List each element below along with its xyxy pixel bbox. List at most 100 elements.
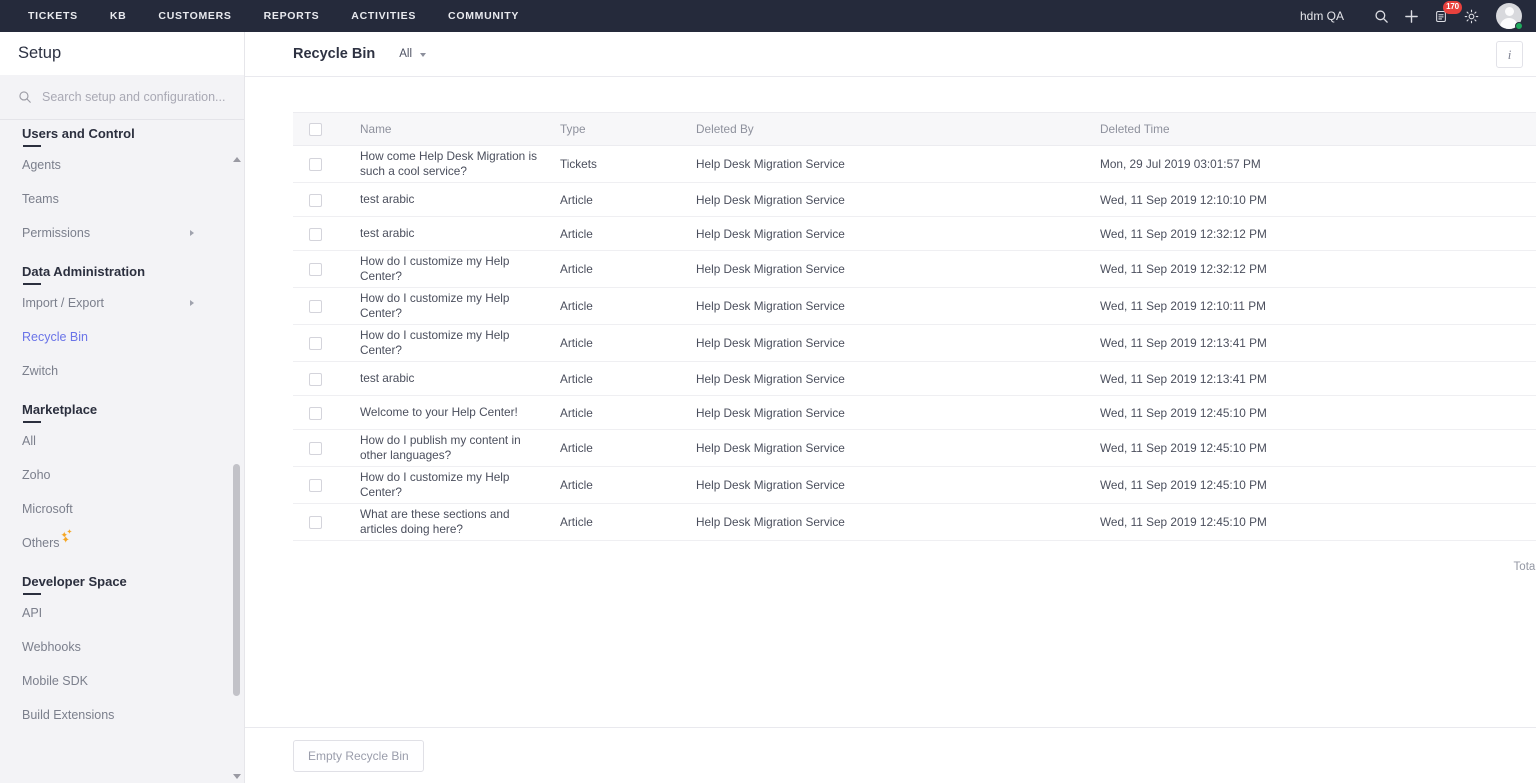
cell-type: Article [560,395,696,430]
content-header: Recycle Bin All i [245,32,1536,77]
table-row[interactable]: What are these sections and articles doi… [293,503,1536,541]
nav-item-community[interactable]: COMMUNITY [432,0,535,32]
row-select-cell [293,503,360,541]
row-checkbox[interactable] [309,337,322,351]
sidebar-item-build-extensions[interactable]: Build Extensions [0,698,244,732]
cell-deleted-by: Help Desk Migration Service [696,250,1100,288]
sidebar-item-teams[interactable]: Teams [0,182,244,216]
info-icon: i [1507,47,1512,62]
row-checkbox[interactable] [309,158,322,172]
table-row[interactable]: How do I customize my Help Center? Articl… [293,287,1536,325]
sidebar-item-microsoft[interactable]: Microsoft [0,492,244,526]
row-checkbox[interactable] [309,372,322,386]
cell-type: Tickets [560,145,696,183]
cell-type: Article [560,466,696,504]
row-select-cell [293,145,360,183]
table-row[interactable]: How do I customize my Help Center? Articl… [293,466,1536,504]
row-checkbox[interactable] [309,263,322,277]
search-input[interactable] [42,90,226,104]
avatar[interactable] [1492,0,1526,32]
cell-deleted-by: Help Desk Migration Service [696,216,1100,251]
cell-deleted-by: Help Desk Migration Service [696,429,1100,467]
notes-icon[interactable]: 170 [1426,0,1462,32]
sidebar-item-import-export[interactable]: Import / Export [0,286,244,320]
sidebar-item-zoho[interactable]: Zoho [0,458,244,492]
table-row[interactable]: test arabic Article Help Desk Migration Se… [293,216,1536,251]
search-icon[interactable] [1366,0,1396,32]
empty-recycle-bin-button[interactable]: Empty Recycle Bin [293,739,424,772]
sidebar-item-api[interactable]: API [0,596,244,630]
table-row[interactable]: test arabic Article Help Desk Migration Se… [293,182,1536,217]
cell-name: How do I customize my Help Center? [360,287,560,325]
recycle-bin-table: Name Type Deleted By Deleted Time How co… [293,112,1536,541]
sidebar-item-zwitch[interactable]: Zwitch [0,354,244,388]
select-all-header [293,112,360,146]
sidebar-item-all[interactable]: All [0,424,244,458]
chevron-right-icon [190,230,194,236]
table-header-row: Name Type Deleted By Deleted Time [293,112,1536,146]
sidebar-item-label: Mobile SDK [22,674,88,688]
cell-name: How do I customize my Help Center? [360,324,560,362]
sidebar-scrollbar-thumb[interactable] [233,464,240,696]
sidebar-search-row[interactable] [0,75,244,120]
row-checkbox[interactable] [309,406,322,420]
row-select-cell [293,250,360,288]
plus-icon[interactable] [1396,0,1426,32]
nav-item-activities[interactable]: ACTIVITIES [335,0,432,32]
main-content: Recycle Bin All i Name Type Deleted By D… [245,32,1536,783]
nav-item-kb[interactable]: KB [94,0,143,32]
row-name-text: test arabic [360,192,415,206]
column-header-name[interactable]: Name [360,112,560,146]
row-checkbox[interactable] [309,227,322,241]
cell-deleted-time: Wed, 11 Sep 2019 12:45:10 PM [1100,466,1536,504]
sidebar-item-permissions[interactable]: Permissions [0,216,244,250]
row-name-text: How do I publish my content in other lan… [360,433,521,462]
cell-deleted-by: Help Desk Migration Service [696,361,1100,396]
scroll-down-arrow-icon[interactable] [233,774,241,779]
sidebar-item-label: Teams [22,192,59,206]
row-name-text: test arabic [360,226,415,240]
row-checkbox[interactable] [309,442,322,456]
nav-item-customers[interactable]: CUSTOMERS [142,0,247,32]
column-header-type[interactable]: Type [560,112,696,146]
cell-deleted-time: Wed, 11 Sep 2019 12:32:12 PM [1100,250,1536,288]
row-checkbox[interactable] [309,193,322,207]
nav-item-tickets[interactable]: TICKETS [12,0,94,32]
scroll-up-arrow-icon[interactable] [233,157,241,162]
cell-deleted-time: Mon, 29 Jul 2019 03:01:57 PM [1100,145,1536,183]
cell-name: How do I publish my content in other lan… [360,429,560,467]
sidebar-item-others[interactable]: Others ✦ ✦ ✦ [0,526,244,560]
row-name-text: test arabic [360,371,415,385]
search-icon [18,90,32,104]
row-checkbox[interactable] [309,516,322,530]
sidebar-item-mobile-sdk[interactable]: Mobile SDK [0,664,244,698]
column-header-deleted-by[interactable]: Deleted By [696,112,1100,146]
nav-item-reports[interactable]: REPORTS [248,0,336,32]
sidebar-item-label: API [22,606,43,620]
cell-deleted-time: Wed, 11 Sep 2019 12:45:10 PM [1100,395,1536,430]
sidebar-scrollbar[interactable] [233,124,241,779]
table-row[interactable]: test arabic Article Help Desk Migration Se… [293,361,1536,396]
sidebar-item-agents[interactable]: Agents [0,148,244,182]
sidebar-item-label: Microsoft [22,502,73,516]
table-row[interactable]: How do I publish my content in other lan… [293,429,1536,467]
row-select-cell [293,182,360,217]
table-row[interactable]: How do I customize my Help Center? Articl… [293,250,1536,288]
table-row[interactable]: Welcome to your Help Center! Article Help … [293,395,1536,430]
row-select-cell [293,287,360,325]
online-status-dot [1515,22,1523,30]
table-row[interactable]: How come Help Desk Migration is such a c… [293,145,1536,183]
column-header-deleted-time[interactable]: Deleted Time [1100,112,1536,146]
table-row[interactable]: How do I customize my Help Center? Articl… [293,324,1536,362]
select-all-checkbox[interactable] [309,123,322,137]
filter-dropdown[interactable]: All [399,48,426,60]
info-button[interactable]: i [1496,41,1523,68]
sidebar-item-label: Permissions [22,226,91,240]
sidebar-item-label: Zwitch [22,364,59,378]
row-checkbox[interactable] [309,479,322,493]
sidebar-item-recycle-bin[interactable]: Recycle Bin [0,320,244,354]
row-checkbox[interactable] [309,300,322,314]
gear-icon[interactable] [1456,0,1486,32]
cell-deleted-by: Help Desk Migration Service [696,182,1100,217]
sidebar-item-webhooks[interactable]: Webhooks [0,630,244,664]
